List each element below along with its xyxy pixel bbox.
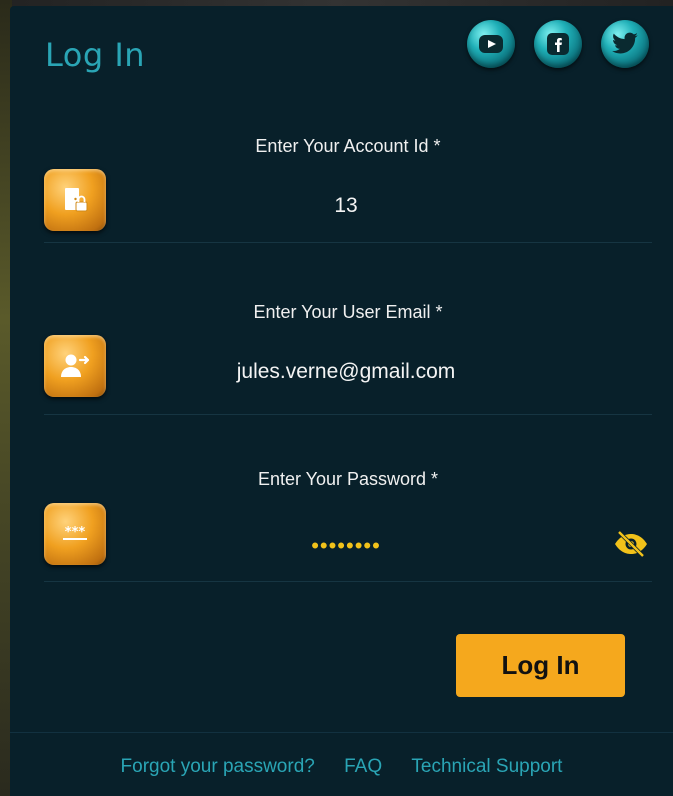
password-underline bbox=[44, 581, 652, 582]
account-id-underline bbox=[44, 242, 652, 243]
email-field-group: Enter Your User Email * bbox=[44, 302, 652, 422]
youtube-icon bbox=[479, 35, 503, 53]
login-panel: Log In Enter Your Account Id * 13 Enter … bbox=[10, 6, 673, 796]
twitter-button[interactable] bbox=[601, 20, 649, 68]
user-arrow-icon bbox=[44, 335, 106, 397]
login-button[interactable]: Log In bbox=[456, 634, 625, 697]
email-input[interactable] bbox=[106, 360, 586, 384]
faq-link[interactable]: FAQ bbox=[344, 756, 382, 777]
password-input[interactable]: •••••••• bbox=[106, 533, 586, 559]
svg-text:***: *** bbox=[65, 525, 86, 540]
facebook-icon bbox=[547, 33, 569, 55]
technical-support-link[interactable]: Technical Support bbox=[411, 756, 562, 777]
footer-links: Forgot your password? FAQ Technical Supp… bbox=[10, 756, 673, 778]
toggle-password-visibility-button[interactable] bbox=[612, 529, 650, 559]
account-id-input[interactable] bbox=[106, 194, 586, 218]
password-field-group: Enter Your Password * *** •••••••• bbox=[44, 469, 652, 589]
eye-slash-icon bbox=[615, 530, 647, 558]
door-lock-icon bbox=[44, 169, 106, 231]
email-label: Enter Your User Email * bbox=[253, 302, 443, 322]
email-underline bbox=[44, 414, 652, 415]
account-id-field-group: Enter Your Account Id * bbox=[44, 136, 652, 256]
password-label: Enter Your Password * bbox=[257, 469, 439, 489]
account-id-label: Enter Your Account Id * bbox=[255, 136, 441, 156]
forgot-password-link[interactable]: Forgot your password? bbox=[121, 756, 315, 777]
facebook-button[interactable] bbox=[534, 20, 582, 68]
twitter-icon bbox=[612, 32, 638, 54]
password-asterisk-icon: *** bbox=[44, 503, 106, 565]
page-title: Log In bbox=[45, 36, 146, 74]
footer-divider bbox=[10, 732, 673, 733]
youtube-button[interactable] bbox=[467, 20, 515, 68]
